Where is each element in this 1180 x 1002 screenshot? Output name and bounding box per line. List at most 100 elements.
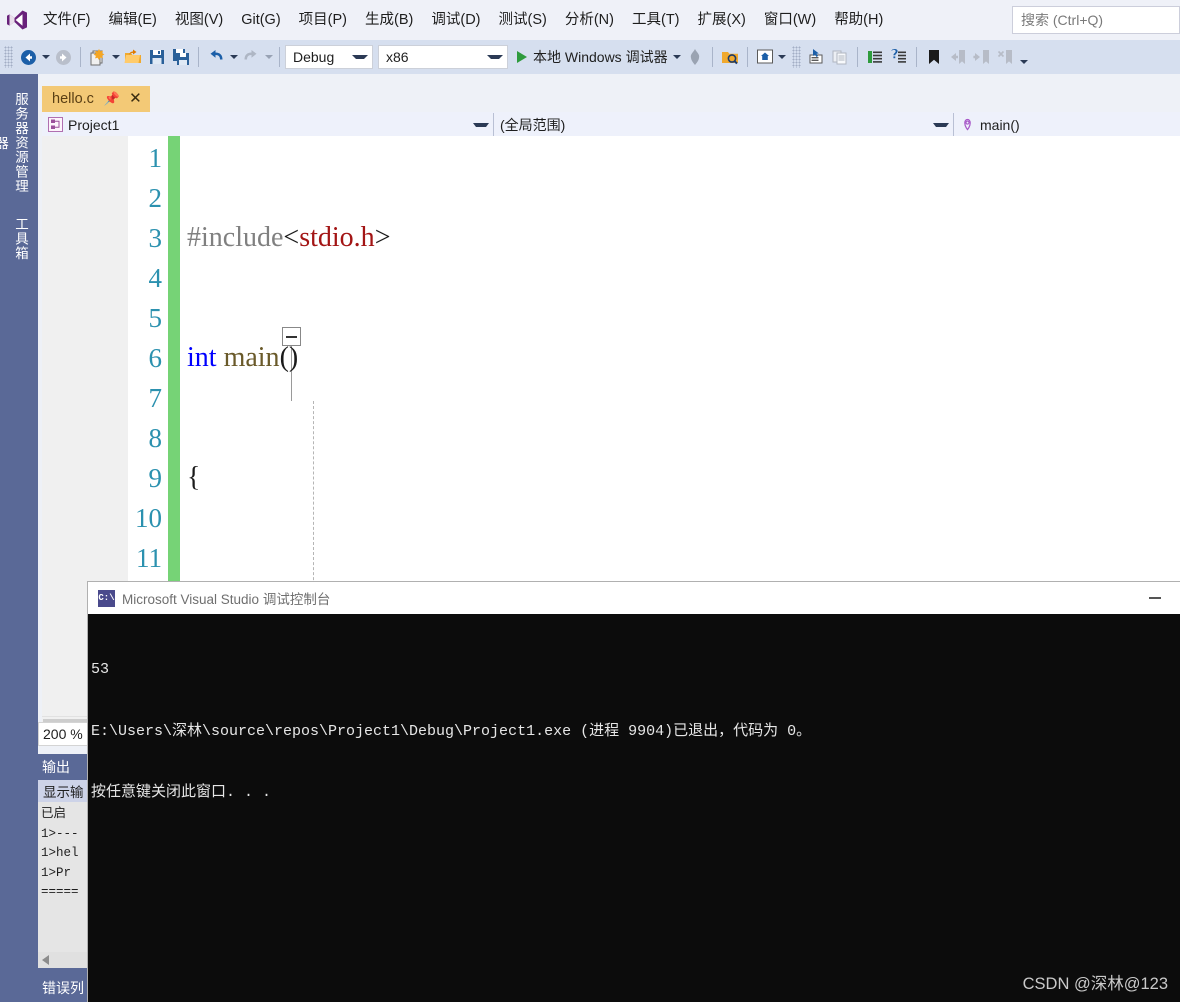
close-icon[interactable]: ✕ — [129, 91, 142, 106]
console-line: 按任意键关闭此窗口. . . — [91, 784, 272, 801]
new-file-dropdown-icon[interactable] — [110, 44, 121, 70]
find-in-files-icon[interactable] — [718, 44, 742, 70]
output-line: 已启 — [41, 807, 67, 821]
configuration-dropdown[interactable]: Debug — [285, 45, 373, 69]
editor-zoom-level[interactable]: 200 % — [38, 722, 90, 746]
comment-icon[interactable] — [887, 44, 911, 70]
toolbar-grip[interactable] — [4, 46, 13, 68]
menu-project[interactable]: 项目(P) — [290, 7, 356, 33]
menu-view[interactable]: 视图(V) — [166, 7, 232, 33]
output-scroll-left-button[interactable] — [38, 952, 90, 968]
navbar-scope-label: (全局范围) — [500, 116, 566, 133]
menu-test[interactable]: 测试(S) — [490, 7, 556, 33]
configuration-value: Debug — [293, 49, 335, 65]
menu-tools[interactable]: 工具(T) — [623, 7, 689, 33]
code-line-1: #include<stdio.h> — [187, 222, 391, 253]
menu-debug[interactable]: 调试(D) — [422, 7, 489, 33]
menu-edit[interactable]: 编辑(E) — [100, 7, 166, 33]
pin-icon[interactable]: 📌 — [104, 91, 120, 107]
menu-help[interactable]: 帮助(H) — [825, 7, 892, 33]
menu-bar: 文件(F) 编辑(E) 视图(V) Git(G) 项目(P) 生成(B) 调试(… — [0, 0, 1180, 40]
undo-icon[interactable] — [204, 44, 228, 70]
dock-tab-server-explorer[interactable]: 服务器资源管理器 — [0, 84, 30, 202]
navbar-scope-dropdown[interactable]: (全局范围) — [494, 113, 954, 136]
start-debugging-button[interactable]: 本地 Windows 调试器 — [513, 44, 683, 70]
toolbar-overflow-button[interactable] — [1020, 51, 1028, 64]
output-source-selector[interactable]: 显示输 — [38, 780, 90, 802]
line-number: 9 — [148, 463, 163, 493]
method-icon — [960, 117, 975, 132]
search-input[interactable]: 搜索 (Ctrl+Q) — [1012, 6, 1180, 34]
redo-dropdown-icon[interactable] — [263, 44, 274, 70]
save-icon[interactable] — [145, 44, 169, 70]
navigate-forward-icon — [51, 44, 75, 70]
redo-icon — [239, 44, 263, 70]
error-list-tab[interactable]: 错误列 — [38, 974, 90, 1002]
menu-analyze[interactable]: 分析(N) — [556, 7, 623, 33]
console-title-label: Microsoft Visual Studio 调试控制台 — [122, 592, 331, 607]
menu-build[interactable]: 生成(B) — [356, 7, 422, 33]
console-output[interactable]: 53 E:\Users\深林\source\repos\Project1\Deb… — [88, 614, 1180, 1002]
hot-reload-icon — [683, 44, 707, 70]
line-number: 8 — [148, 423, 163, 453]
open-file-icon[interactable] — [121, 44, 145, 70]
previous-bookmark-icon — [946, 44, 970, 70]
line-number: 10 — [135, 503, 162, 533]
visual-studio-logo-icon — [0, 0, 34, 40]
output-log: 已启 1>--- 1>hel 1>Pr ===== — [38, 802, 90, 903]
line-number: 4 — [148, 263, 163, 293]
line-number: 5 — [148, 303, 163, 333]
navbar-project-label: Project1 — [68, 116, 120, 133]
debug-console-window: C:\ Microsoft Visual Studio 调试控制台 53 E:\… — [88, 582, 1180, 1002]
code-line-3: { — [187, 462, 201, 493]
minimize-icon[interactable] — [1142, 582, 1168, 614]
new-item-icon[interactable] — [804, 44, 828, 70]
navbar-project-dropdown[interactable]: Project1 — [42, 113, 494, 136]
new-file-icon[interactable] — [86, 44, 110, 70]
next-bookmark-icon — [970, 44, 994, 70]
bookmark-icon[interactable] — [922, 44, 946, 70]
change-indicator-bar — [168, 136, 180, 651]
document-tab-hello-c[interactable]: hello.c 📌 ✕ — [42, 86, 150, 112]
output-panel-title: 输出 — [42, 759, 70, 775]
output-line: 1>--- — [41, 826, 79, 841]
chevron-down-icon — [352, 55, 368, 59]
left-dock-strip: 服务器资源管理器 工具箱 — [0, 74, 38, 1002]
menu-window[interactable]: 窗口(W) — [755, 7, 825, 33]
copy-item-icon — [828, 44, 852, 70]
menu-file[interactable]: 文件(F) — [34, 7, 100, 33]
chevron-down-icon — [487, 55, 503, 59]
play-icon — [517, 51, 527, 63]
toolbar-separator — [80, 47, 81, 67]
preview-dropdown-icon[interactable] — [777, 44, 788, 70]
output-line: 1>Pr — [41, 865, 72, 880]
navbar-member-dropdown[interactable]: main() — [954, 113, 1180, 136]
toolbar-separator — [279, 47, 280, 67]
platform-dropdown[interactable]: x86 — [378, 45, 508, 69]
save-all-icon[interactable] — [169, 44, 193, 70]
line-number-gutter: 1 2 3 4 5 6 7 8 9 10 11 — [42, 136, 162, 578]
preview-window-icon[interactable] — [753, 44, 777, 70]
menu-extensions[interactable]: 扩展(X) — [689, 7, 755, 33]
toolbar-grip[interactable] — [791, 46, 801, 68]
console-title-bar[interactable]: C:\ Microsoft Visual Studio 调试控制台 — [88, 582, 1180, 614]
document-tab-label: hello.c — [52, 91, 94, 107]
line-number: 1 — [148, 143, 163, 173]
platform-value: x86 — [386, 49, 409, 65]
navigate-back-dropdown-icon[interactable] — [40, 44, 51, 70]
dock-tab-toolbox[interactable]: 工具箱 — [4, 210, 30, 268]
navigate-back-icon[interactable] — [16, 44, 40, 70]
toolbar-separator — [856, 47, 858, 67]
chevron-down-icon — [672, 55, 681, 59]
console-app-icon: C:\ — [98, 589, 115, 607]
toolbar-separator — [915, 47, 917, 67]
indent-icon[interactable] — [863, 44, 887, 70]
undo-dropdown-icon[interactable] — [228, 44, 239, 70]
menu-git[interactable]: Git(G) — [232, 7, 289, 33]
project-icon — [48, 117, 63, 132]
output-panel-body[interactable]: 显示输 已启 1>--- 1>hel 1>Pr ===== — [38, 780, 90, 966]
chevron-down-icon — [473, 122, 489, 127]
output-line: 1>hel — [41, 846, 79, 860]
toolbar-separator — [711, 47, 713, 67]
navbar-member-label: main() — [980, 116, 1020, 133]
